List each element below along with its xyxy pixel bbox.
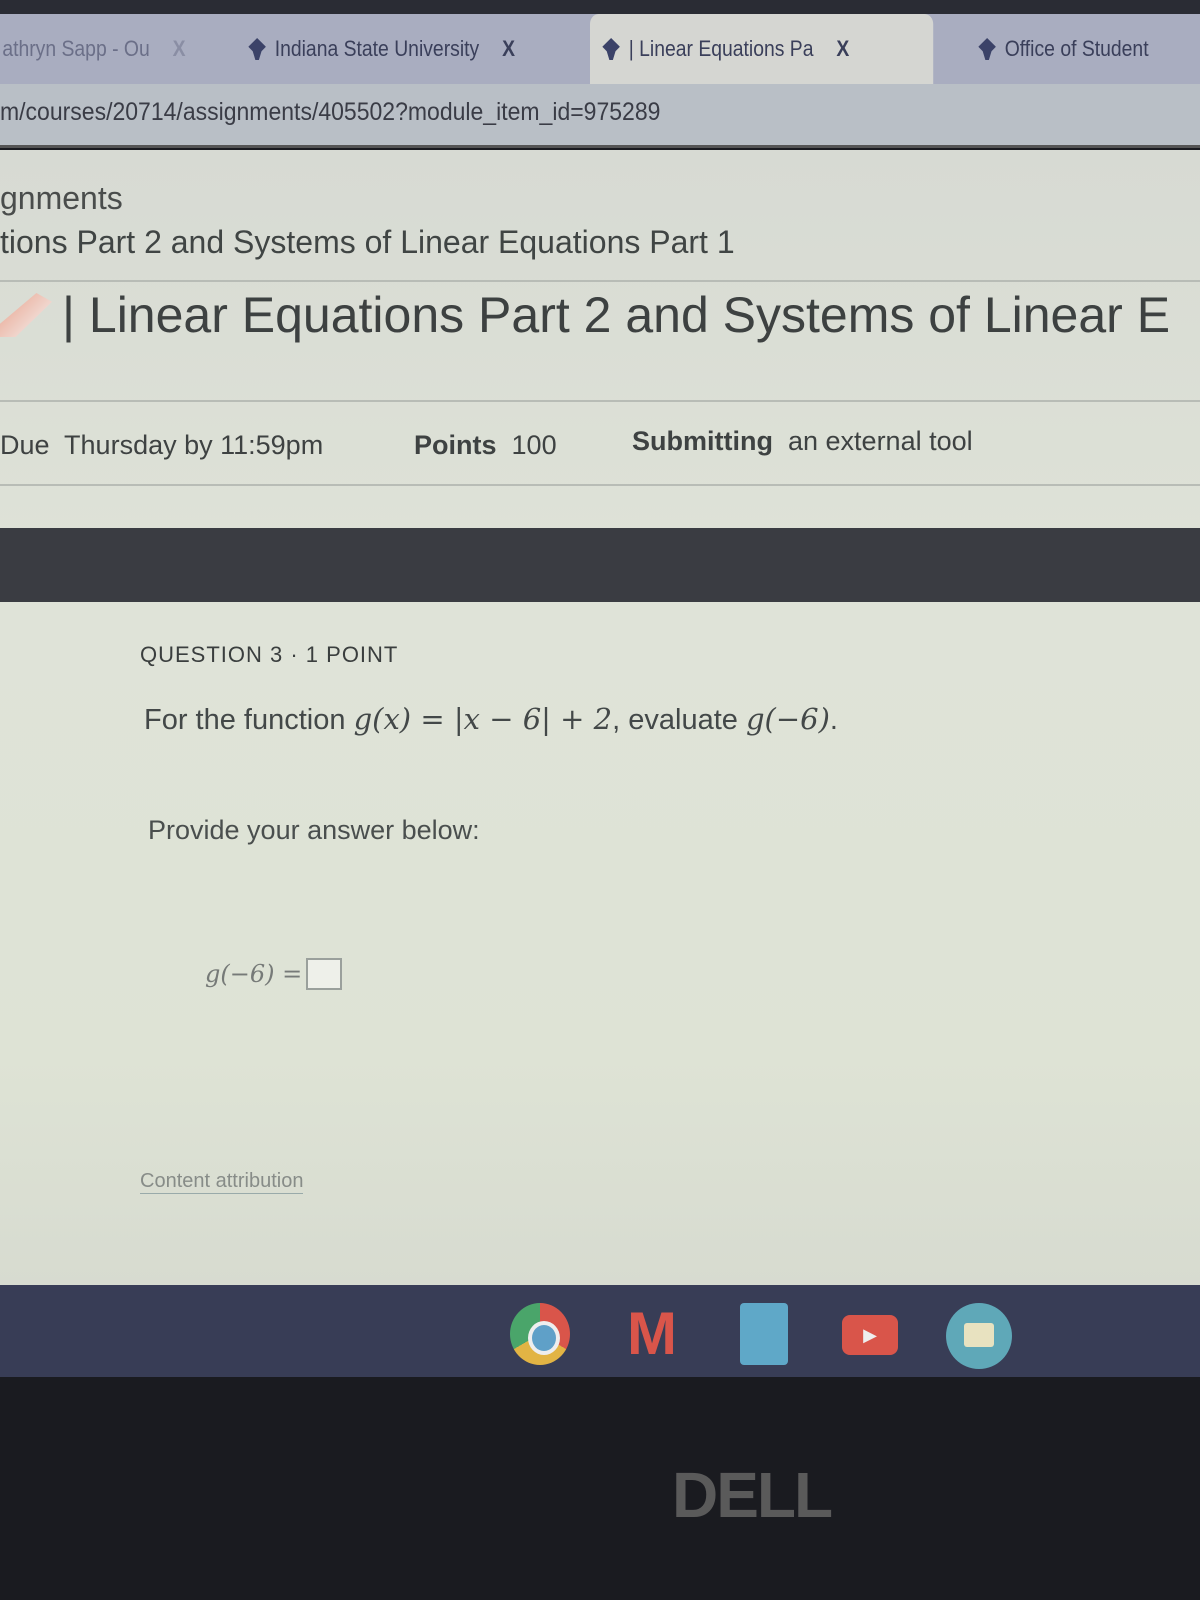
- isu-leaf-icon: [602, 38, 620, 60]
- tab-label: Indiana State University: [274, 36, 480, 61]
- tab-office-of-student[interactable]: Office of Student: [966, 20, 1161, 78]
- points-label: Points: [414, 430, 497, 460]
- address-bar[interactable]: m/courses/20714/assignments/405502?modul…: [0, 84, 1200, 148]
- screen-bezel: [0, 0, 1200, 14]
- tab-indiana-state[interactable]: Indiana State University X: [236, 20, 527, 78]
- tab-label: athryn Sapp - Ou: [2, 36, 150, 61]
- function-formula: g(x) = |x − 6| + 2: [353, 702, 613, 736]
- close-icon[interactable]: X: [502, 36, 515, 62]
- due-date: Due Thursday by 11:59pm: [0, 430, 323, 461]
- page-content: gnments tions Part 2 and Systems of Line…: [0, 150, 1200, 1285]
- divider: [0, 280, 1200, 282]
- tool-header-banner: [0, 528, 1200, 602]
- content-attribution-link[interactable]: Content attribution: [140, 1170, 304, 1194]
- divider: [0, 400, 1200, 402]
- submitting-value: an external tool: [788, 426, 973, 456]
- close-icon[interactable]: X: [836, 36, 849, 62]
- chromeos-shelf: M ▶: [0, 1285, 1200, 1377]
- divider: [0, 484, 1200, 486]
- assignment-icon: [0, 293, 52, 337]
- isu-leaf-icon: [248, 38, 266, 60]
- due-value: Thursday by 11:59pm: [64, 430, 324, 460]
- submitting: Submitting an external tool: [632, 426, 973, 457]
- dell-logo: DELL: [672, 1459, 833, 1531]
- answer-label: g(−6) =: [205, 960, 303, 988]
- tab-kathryn-sapp[interactable]: athryn Sapp - Ou X: [0, 20, 198, 78]
- page-title: | Linear Equations Part 2 and Systems of…: [0, 286, 1170, 344]
- chrome-icon[interactable]: [510, 1303, 570, 1365]
- tab-strip: athryn Sapp - Ou X Indiana State Univers…: [0, 14, 1200, 84]
- tab-linear-equations[interactable]: | Linear Equations Pa X: [590, 14, 934, 84]
- answer-input[interactable]: [306, 958, 343, 990]
- close-icon[interactable]: X: [173, 36, 186, 62]
- title-text: | Linear Equations Part 2 and Systems of…: [62, 287, 1171, 343]
- tab-label: | Linear Equations Pa: [628, 36, 814, 61]
- docs-icon[interactable]: [740, 1303, 788, 1365]
- answer-prompt: Provide your answer below:: [148, 815, 480, 845]
- breadcrumb-assignments[interactable]: gnments: [0, 180, 123, 217]
- evaluate-target: g(−6): [745, 702, 830, 736]
- files-icon[interactable]: [946, 1303, 1012, 1369]
- youtube-icon[interactable]: ▶: [842, 1315, 898, 1355]
- breadcrumb-module[interactable]: tions Part 2 and Systems of Linear Equat…: [0, 224, 735, 261]
- isu-leaf-icon: [978, 38, 996, 60]
- question-text: For the function g(x) = |x − 6| + 2, eva…: [144, 702, 838, 737]
- points-value: 100: [511, 430, 557, 460]
- due-label: Due: [0, 430, 50, 460]
- question-header: QUESTION 3 · 1 POINT: [140, 642, 399, 667]
- submitting-label: Submitting: [632, 426, 773, 456]
- answer-row: g(−6) =: [205, 958, 343, 990]
- url-text: m/courses/20714/assignments/405502?modul…: [0, 98, 661, 126]
- question-suffix: .: [829, 704, 838, 736]
- tab-label: Office of Student: [1004, 36, 1149, 61]
- question-prefix: For the function: [144, 704, 354, 736]
- question-mid: , evaluate: [612, 704, 746, 736]
- gmail-icon[interactable]: M: [622, 1303, 682, 1365]
- points: Points 100: [414, 430, 557, 461]
